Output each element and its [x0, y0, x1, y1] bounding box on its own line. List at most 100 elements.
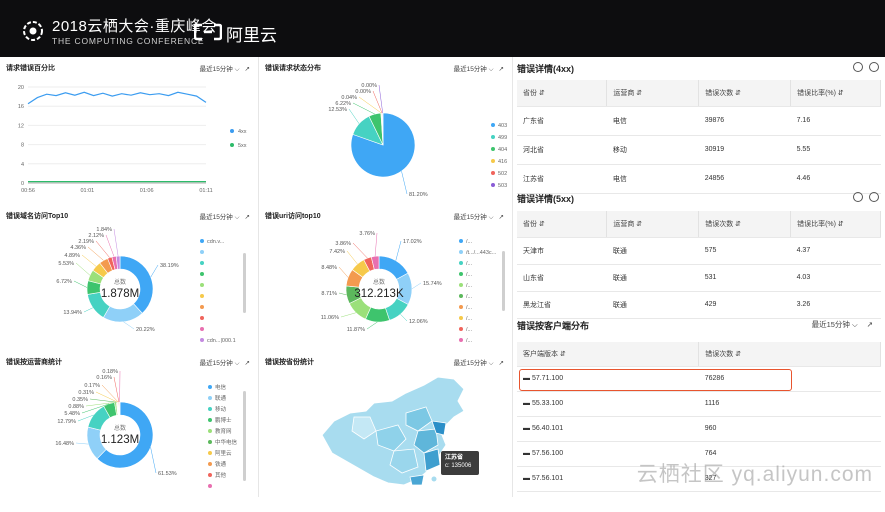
donut-total: 312.213K [354, 288, 404, 300]
table-cell: 广东省 [517, 106, 607, 136]
table-cell: 575 [698, 237, 791, 265]
legend-label: 鹏博士 [215, 416, 232, 424]
label-line [366, 321, 378, 330]
zoom-icon[interactable] [853, 62, 863, 72]
table-cell: 30919 [698, 135, 791, 165]
legend-marker [459, 250, 463, 254]
legend-scrollbar[interactable] [243, 253, 246, 313]
donut-center-label: 总数 [373, 278, 385, 286]
slice-label: 0.35% [72, 397, 88, 403]
table-row[interactable]: 广东省 电信 39876 7.16 [517, 106, 881, 136]
legend-marker [200, 250, 204, 254]
legend-marker [200, 283, 204, 287]
clock-icon[interactable] [869, 62, 879, 72]
legend-scrollbar[interactable] [243, 391, 246, 481]
table-row[interactable]: 山东省 联通 531 4.03 [517, 264, 881, 292]
panel-uri-top: 错误uri访问top10 最近15分钟 ⌵ ↗ 总数 312.213K 17.02% 1… [259, 205, 512, 351]
column-header[interactable]: 错误比率(%) ⇵ [790, 211, 881, 238]
chevron-down-icon: ⌵ [232, 66, 240, 73]
legend-label: /... [466, 338, 473, 344]
table-cell: 联通 [606, 291, 699, 319]
slice-label: 5.53% [58, 261, 74, 267]
legend-scrollbar[interactable] [502, 251, 505, 311]
legend-marker [208, 440, 212, 444]
x-tick-label: 00:56 [21, 188, 35, 194]
column-header[interactable]: 错误次数 ⇵ [698, 342, 881, 367]
label-line [346, 250, 358, 265]
legend-label: 4xx [238, 129, 247, 135]
slice [118, 401, 121, 416]
legend-marker [208, 462, 212, 466]
table-cell: 联通 [606, 237, 699, 265]
y-tick-label: 8 [21, 143, 24, 149]
column-header[interactable]: 省份 ⇵ [517, 211, 608, 238]
slice-label: 8.71% [321, 291, 337, 297]
label-line [89, 398, 117, 403]
header-bar: 2018云栖大会·重庆峰会 THE COMPUTING CONFERENCE 阿… [0, 0, 885, 57]
slice-label: 0.00% [355, 89, 371, 95]
table-row[interactable]: 河北省 移动 30919 5.55 [517, 135, 881, 165]
table-row[interactable]: 黑龙江省 联通 429 3.26 [517, 291, 881, 319]
label-line [150, 447, 157, 474]
column-header[interactable]: 省份 ⇵ [517, 80, 608, 107]
legend-marker [200, 239, 204, 243]
donut-chart: 总数 1.123M 61.53% 16.48% 12.79% 5.48%0.88%0.35… [55, 369, 238, 488]
err5xx-table: 省份 ⇵ 运营商 ⇵ 错误次数 ⇵ 错误比率(%) ⇵ 天津市 联通 575 4.37 山东省联… [517, 211, 881, 319]
legend-marker [200, 316, 204, 320]
watermark: 云栖社区 yq.aliyun.com [636, 463, 873, 486]
expand-icon[interactable]: ↗ [245, 66, 250, 73]
column-header[interactable]: 运营商 ⇵ [606, 211, 700, 238]
clock-icon[interactable] [869, 192, 879, 202]
column-header[interactable]: 错误次数 ⇵ [698, 211, 792, 238]
table-cell: 黑龙江省 [517, 291, 607, 319]
expand-icon[interactable]: ↗ [499, 360, 504, 367]
slice-label: 11.87% [347, 327, 365, 333]
legend-label: /t.../...443c... [466, 250, 497, 256]
legend-marker [208, 396, 212, 400]
time-range-select[interactable]: 最近15分钟 ⌵ ↗ [454, 357, 504, 368]
label-line [81, 254, 97, 267]
label-line [73, 280, 88, 288]
slice-label: 81.20% [409, 192, 428, 198]
legend-marker [459, 261, 463, 265]
table-header-row: 客户端版本 ⇵ 错误次数 ⇵ [517, 342, 881, 367]
table-row[interactable]: 天津市 联通 575 4.37 [517, 237, 881, 265]
label-line [95, 391, 118, 403]
label-line [105, 234, 115, 257]
legend-label: 阿里云 [215, 449, 232, 457]
tooltip-count: c: 135006 [445, 463, 472, 469]
column-header[interactable]: 运营商 ⇵ [606, 80, 700, 107]
legend-marker [459, 239, 463, 243]
legend-marker [459, 327, 463, 331]
series-line-4xx [27, 91, 207, 105]
table-row[interactable]: ▬ 56.40.101 960 [517, 416, 881, 442]
time-range-select[interactable]: 最近15分钟 ⌵ ↗ [454, 63, 504, 74]
time-range-select[interactable]: 最近15分钟 ⌵ ↗ [200, 63, 250, 74]
column-header[interactable]: 错误比率(%) ⇵ [790, 80, 881, 107]
label-line [75, 442, 89, 445]
table-cell: 5.55 [790, 135, 881, 165]
y-tick-label: 20 [18, 85, 24, 91]
donut-total: 1.878M [101, 288, 139, 300]
legend-marker [208, 385, 212, 389]
legend-marker [459, 283, 463, 287]
table-row[interactable]: ▬ 55.33.100 1116 [517, 391, 881, 417]
expand-icon[interactable]: ↗ [499, 66, 504, 73]
expand-icon[interactable]: ↗ [867, 320, 873, 329]
legend-marker [208, 484, 212, 488]
slice-label: 0.00% [361, 83, 377, 89]
column-header[interactable]: 客户端版本 ⇵ [517, 342, 700, 367]
legend-marker [491, 171, 495, 175]
label-line [113, 228, 119, 257]
slice-label: 7.42% [329, 249, 345, 255]
x-tick-label: 01:01 [80, 188, 94, 194]
legend-label: /... [466, 261, 473, 267]
zoom-icon[interactable] [853, 192, 863, 202]
time-range-select[interactable]: 最近15分钟 ⌵ ↗ [812, 319, 873, 330]
conference-title: 2018云栖大会·重庆峰会 [52, 18, 217, 35]
legend-label: 教育网 [215, 427, 232, 435]
legend-label: 中华电信 [215, 438, 238, 446]
column-header[interactable]: 错误次数 ⇵ [698, 80, 792, 107]
panel-status-dist: 错误请求状态分布 最近15分钟 ⌵ ↗ 81.20% 403 12.53% 499 6.2… [259, 57, 512, 205]
donut-total: 1.123M [101, 434, 139, 446]
